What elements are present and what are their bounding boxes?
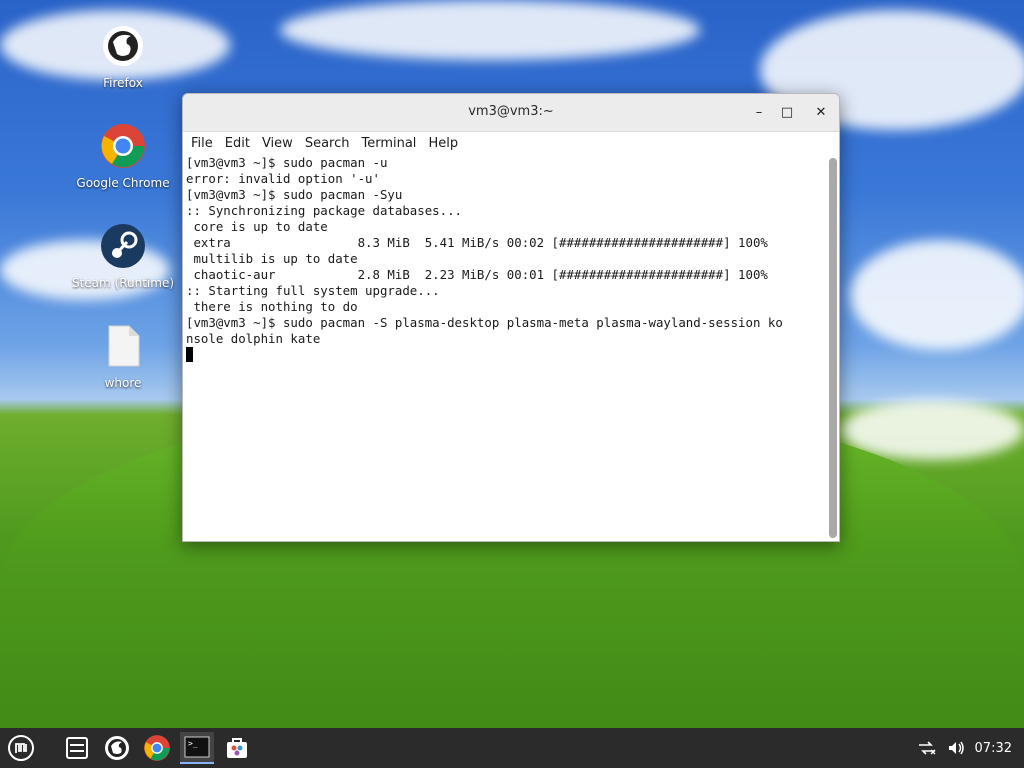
window-title: vm3@vm3:~ <box>468 104 554 119</box>
taskbar-terminal[interactable]: >_ <box>180 732 214 764</box>
start-menu-button[interactable] <box>4 732 38 764</box>
menu-help[interactable]: Help <box>424 136 466 151</box>
clock[interactable]: 07:32 <box>975 741 1012 756</box>
menu-edit[interactable]: Edit <box>221 136 258 151</box>
volume-icon[interactable] <box>947 740 965 756</box>
terminal-line: multilib is up to date <box>186 251 358 266</box>
terminal-icon: >_ <box>184 736 210 758</box>
terminal-line: nsole dolphin kate <box>186 331 321 346</box>
terminal-line: [vm3@vm3 ~]$ sudo pacman -Syu <box>186 187 403 202</box>
desktop-icon-steam[interactable]: Steam (Runtime) <box>68 222 178 290</box>
system-tray: 07:32 <box>917 728 1012 768</box>
maximize-button[interactable]: □ <box>777 103 797 123</box>
file-manager-icon <box>66 737 88 759</box>
terminal-line: [vm3@vm3 ~]$ sudo pacman -u <box>186 155 388 170</box>
scrollbar-thumb[interactable] <box>829 158 837 538</box>
window-titlebar[interactable]: vm3@vm3:~ – □ ✕ <box>183 94 839 132</box>
terminal-window[interactable]: vm3@vm3:~ – □ ✕ File Edit View Search Te… <box>182 93 840 542</box>
menu-bar: File Edit View Search Terminal Help <box>183 132 839 154</box>
chrome-icon <box>101 124 145 168</box>
terminal-line: :: Starting full system upgrade... <box>186 283 440 298</box>
desktop-icon-label: whore <box>104 376 142 390</box>
desktop-icon-label: Steam (Runtime) <box>71 276 175 290</box>
terminal-line: :: Synchronizing package databases... <box>186 203 463 218</box>
menu-file[interactable]: File <box>187 136 221 151</box>
taskbar-firefox[interactable] <box>100 732 134 764</box>
terminal-line: there is nothing to do <box>186 299 358 314</box>
cloud <box>280 0 700 60</box>
taskbar-file-manager[interactable] <box>60 732 94 764</box>
taskbar-chrome[interactable] <box>140 732 174 764</box>
svg-text:>_: >_ <box>188 739 198 748</box>
desktop-icon-label: Google Chrome <box>76 176 170 190</box>
menu-terminal[interactable]: Terminal <box>357 136 424 151</box>
network-icon[interactable] <box>917 740 937 756</box>
firefox-icon <box>105 736 129 760</box>
taskbar: >_ 07:32 <box>0 728 1024 768</box>
taskbar-software-center[interactable] <box>220 732 254 764</box>
terminal-line: extra 8.3 MiB 5.41 MiB/s 00:02 [########… <box>186 235 768 250</box>
desktop-icon-file[interactable]: whore <box>68 322 178 390</box>
minimize-button[interactable]: – <box>749 103 769 123</box>
terminal-line: core is up to date <box>186 219 328 234</box>
scrollbar[interactable] <box>829 158 837 538</box>
menu-view[interactable]: View <box>258 136 301 151</box>
terminal-cursor <box>186 347 193 362</box>
desktop-icon-label: Firefox <box>103 76 143 90</box>
terminal-line: [vm3@vm3 ~]$ sudo pacman -S plasma-deskt… <box>186 315 783 330</box>
close-button[interactable]: ✕ <box>811 103 831 123</box>
menu-search[interactable]: Search <box>301 136 358 151</box>
terminal-line: error: invalid option '-u' <box>186 171 380 186</box>
steam-icon <box>101 224 145 268</box>
terminal-output[interactable]: [vm3@vm3 ~]$ sudo pacman -u error: invali… <box>183 155 826 541</box>
menu-icon <box>8 735 34 761</box>
software-center-icon <box>227 738 247 758</box>
terminal-line: chaotic-aur 2.8 MiB 2.23 MiB/s 00:01 [##… <box>186 267 768 282</box>
desktop-icon-chrome[interactable]: Google Chrome <box>68 122 178 190</box>
chrome-icon <box>144 735 170 761</box>
file-icon <box>108 325 140 367</box>
cloud <box>850 240 1024 350</box>
firefox-icon <box>103 26 143 66</box>
desktop-icon-firefox[interactable]: Firefox <box>68 22 178 90</box>
